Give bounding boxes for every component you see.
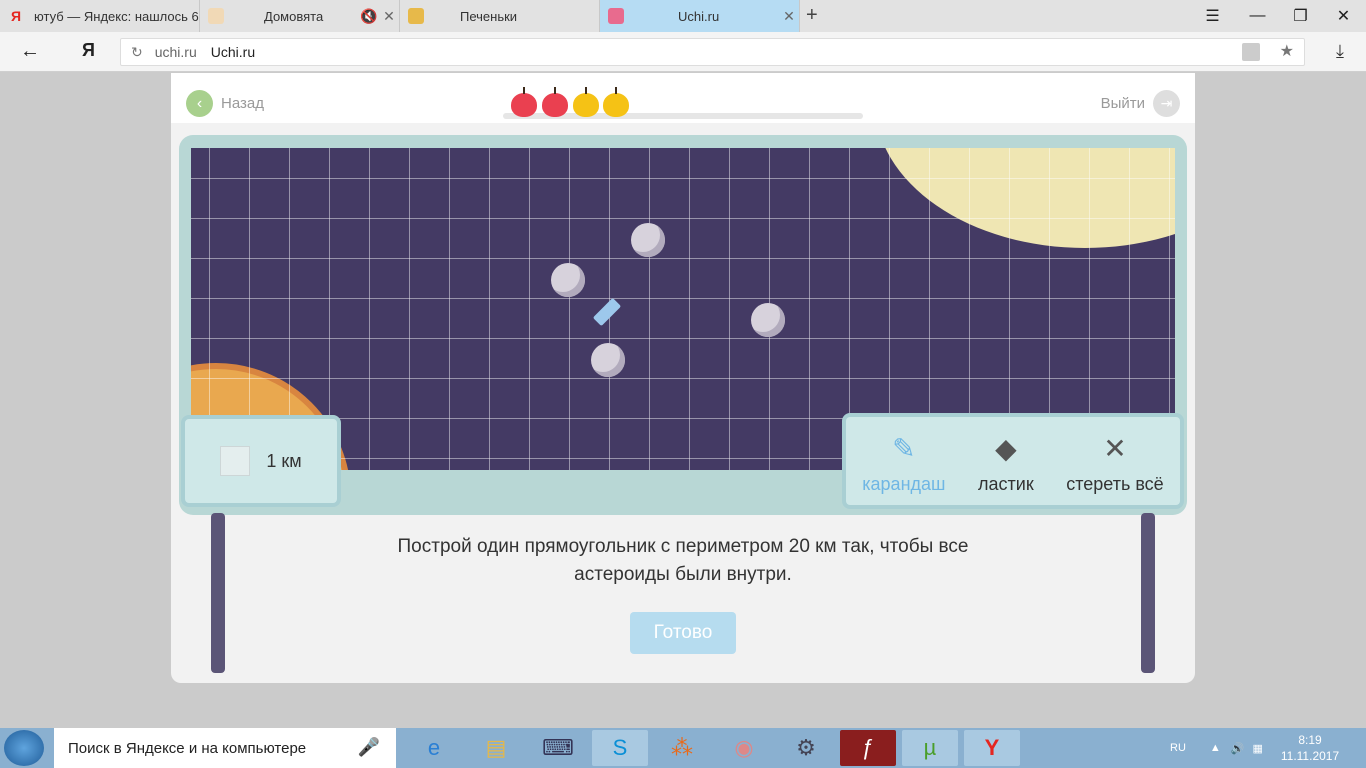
address-bar: ← Я ↻ uchi.ru Uchi.ru ★ ⤓	[0, 32, 1366, 72]
task-line-2: астероиды были внутри.	[574, 564, 792, 585]
microphone-icon[interactable]: 🎤	[358, 737, 380, 758]
start-button-icon[interactable]	[4, 730, 44, 766]
tool-panel: ✎ карандаш ◆ ластик ✕ стереть всё	[842, 413, 1184, 509]
apple-icon	[542, 87, 568, 117]
clock-date: 11.11.2017	[1280, 749, 1340, 763]
url-domain: uchi.ru	[154, 44, 197, 60]
apple-icon	[603, 87, 629, 117]
taskbar-search[interactable]: Поиск в Яндексе и на компьютере 🎤	[54, 728, 396, 768]
windows-taskbar: Поиск в Яндексе и на компьютере 🎤 e ▤ ⌨ …	[0, 728, 1366, 768]
reload-icon[interactable]: ↻	[131, 44, 143, 61]
restore-icon[interactable]: ❐	[1278, 0, 1323, 32]
settings-gear-icon[interactable]: ⚙	[778, 730, 834, 766]
close-window-icon[interactable]: ✕	[1321, 0, 1366, 32]
tab-yandex-search[interactable]: Я ютуб — Яндекс: нашлось 6	[0, 0, 200, 32]
search-text: Поиск в Яндексе и на компьютере	[68, 739, 307, 757]
close-tab-icon[interactable]: ✕	[779, 8, 799, 25]
keyboard-app-icon[interactable]: ⌨	[530, 730, 586, 766]
tab-title: Домовята	[264, 8, 324, 24]
language-indicator[interactable]: RU	[1170, 742, 1186, 754]
asteroid	[591, 343, 625, 377]
pencil-tool-button[interactable]: ✎ карандаш	[862, 428, 945, 495]
yandex-favicon-icon: Я	[10, 8, 22, 24]
yandex-browser-icon[interactable]: Y	[964, 730, 1020, 766]
task-text: Построй один прямоугольник с периметром …	[171, 533, 1195, 589]
mute-icon[interactable]: 🔇	[359, 8, 379, 25]
clear-label: стереть всё	[1066, 474, 1164, 494]
uchi-favicon-icon	[608, 8, 624, 24]
exit-button[interactable]: Выйти ⇥	[1101, 90, 1180, 117]
download-icon[interactable]: ⤓	[1336, 41, 1344, 62]
file-explorer-icon[interactable]: ▤	[468, 730, 524, 766]
clock[interactable]: 8:19 11.11.2017	[1280, 732, 1340, 764]
asteroid	[631, 223, 665, 257]
tray-arrow-icon[interactable]: ▲	[1210, 742, 1221, 754]
asteroid	[751, 303, 785, 337]
apple-icon	[511, 87, 537, 117]
new-tab-icon[interactable]: +	[806, 4, 818, 27]
tab-domovyata[interactable]: Домовята 🔇 ✕	[200, 0, 400, 32]
internet-explorer-icon[interactable]: e	[406, 730, 462, 766]
flash-icon[interactable]: ƒ	[840, 730, 896, 766]
tab-title: ютуб — Яндекс: нашлось 6	[34, 8, 199, 24]
bookmark-star-icon[interactable]: ★	[1280, 41, 1294, 61]
scale-label: 1 км	[266, 450, 302, 471]
eraser-label: ластик	[978, 474, 1034, 494]
game-favicon-icon	[408, 8, 424, 24]
system-tray: RU ▲ 🔊 ▦	[1170, 728, 1263, 768]
exit-label: Выйти	[1100, 95, 1145, 112]
close-tab-icon[interactable]: ✕	[379, 8, 399, 25]
uchi-game: ‹ Назад Выйти ⇥ 1 км ✎ карандаш ◆ ластик…	[171, 73, 1195, 683]
chevron-left-icon: ‹	[186, 90, 213, 117]
browser-tab-bar: Я ютуб — Яндекс: нашлось 6 Домовята 🔇 ✕ …	[0, 0, 1366, 32]
game-top-bar: ‹ Назад Выйти ⇥	[171, 73, 1195, 123]
pencil-icon: ✎	[892, 432, 916, 464]
minimize-icon[interactable]: —	[1235, 0, 1280, 32]
task-line-1: Построй один прямоугольник с периметром …	[397, 536, 969, 557]
asteroid	[551, 263, 585, 297]
done-button[interactable]: Готово	[630, 612, 736, 654]
protect-icon[interactable]	[1242, 43, 1260, 61]
clock-time: 8:19	[1298, 733, 1322, 747]
back-label: Назад	[221, 95, 264, 112]
tab-uchi[interactable]: Uchi.ru ✕	[600, 0, 800, 32]
clear-all-button[interactable]: ✕ стереть всё	[1066, 428, 1163, 495]
menu-icon[interactable]: ☰	[1190, 0, 1235, 32]
brush-favicon-icon	[208, 8, 224, 24]
scale-legend: 1 км	[181, 415, 341, 507]
tab-title: Печеньки	[460, 8, 518, 24]
url-field[interactable]: ↻ uchi.ru Uchi.ru ★	[120, 38, 1305, 66]
volume-icon[interactable]: 🔊	[1231, 742, 1245, 755]
cake-app-icon[interactable]: ◉	[716, 730, 772, 766]
tab-title: Uchi.ru	[678, 8, 720, 24]
back-button[interactable]: ‹ Назад	[186, 90, 264, 117]
skype-icon[interactable]: S	[592, 730, 648, 766]
eraser-tool-button[interactable]: ◆ ластик	[978, 428, 1034, 495]
pencil-label: карандаш	[862, 474, 946, 494]
url-page-title: Uchi.ru	[210, 44, 256, 60]
clear-x-icon: ✕	[1103, 432, 1127, 464]
apple-icon	[573, 87, 599, 117]
network-app-icon[interactable]: ⁂	[654, 730, 710, 766]
yandex-logo-icon[interactable]: Я	[82, 40, 95, 61]
eraser-icon: ◆	[995, 432, 1017, 464]
unit-square-icon	[220, 446, 251, 476]
utorrent-icon[interactable]: µ	[902, 730, 958, 766]
network-icon[interactable]: ▦	[1252, 742, 1262, 755]
back-arrow-icon[interactable]: ←	[20, 40, 40, 63]
tab-pechenki[interactable]: Печеньки	[400, 0, 600, 32]
exit-icon: ⇥	[1153, 90, 1180, 117]
